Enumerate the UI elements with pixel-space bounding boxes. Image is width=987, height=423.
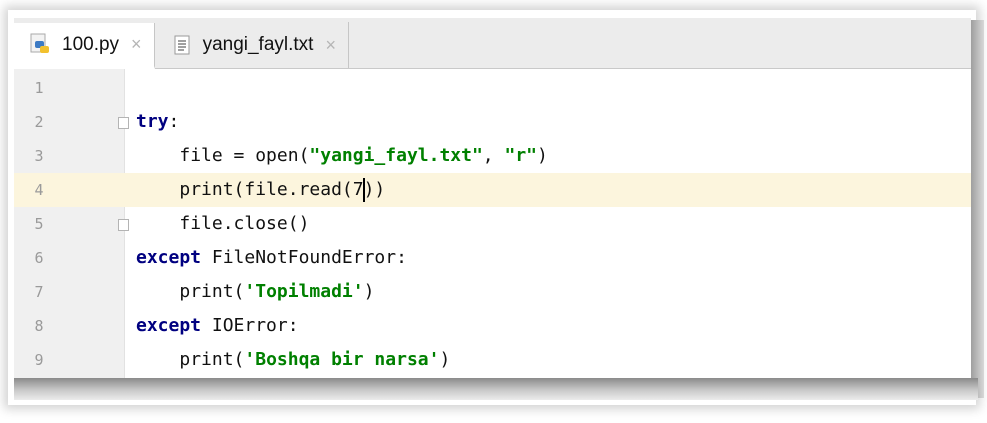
code-token: print( — [179, 281, 245, 302]
code-token: print( — [179, 349, 245, 370]
code-token: print(file.read(7 — [179, 179, 364, 200]
code-token: file.close() — [179, 213, 310, 234]
fold-marker-icon[interactable] — [118, 117, 129, 129]
text-file-icon — [169, 32, 195, 58]
line-number: 3 — [34, 147, 44, 165]
code-text: print(file.read(7)) — [136, 173, 385, 207]
fold-end-marker-icon[interactable] — [118, 219, 129, 231]
code-line-current[interactable]: 4 print(file.read(7)) — [14, 173, 971, 207]
code-text: file = open("yangi_fayl.txt", "r") — [136, 139, 548, 173]
string-literal: 'Boshqa bir narsa' — [244, 349, 440, 370]
code-line[interactable]: 5 file.close() — [14, 207, 971, 241]
code-token: ) — [537, 145, 548, 166]
code-text: except IOError: — [136, 309, 299, 343]
line-number: 5 — [34, 215, 44, 233]
code-text: print('Topilmadi') — [136, 275, 374, 309]
keyword: try — [136, 111, 169, 132]
window-shadow-right — [970, 20, 984, 398]
code-token: IOError: — [201, 315, 299, 336]
code-token: file = open( — [179, 145, 310, 166]
code-text: print('Boshqa bir narsa') — [136, 343, 450, 377]
keyword: except — [136, 247, 202, 268]
code-line[interactable]: 8 except IOError: — [14, 309, 971, 343]
code-token: FileNotFoundError: — [201, 247, 407, 268]
line-number: 1 — [34, 79, 44, 97]
code-token: ) — [363, 281, 375, 302]
editor-tab-bar: 100.py × yangi_fayl.txt × — [14, 18, 971, 69]
code-token: : — [168, 111, 180, 132]
code-token: ) — [439, 349, 451, 370]
code-line[interactable]: 9 print('Boshqa bir narsa') — [14, 343, 971, 377]
line-number: 8 — [34, 317, 44, 335]
line-number: 9 — [34, 351, 44, 369]
code-editor[interactable]: 1 2 try: 3 file = open("yangi_fayl.txt",… — [14, 69, 971, 378]
code-line[interactable]: 3 file = open("yangi_fayl.txt", "r") — [14, 139, 971, 173]
code-line[interactable]: 6 except FileNotFoundError: — [14, 241, 971, 275]
code-text: file.close() — [136, 207, 309, 241]
string-literal: 'Topilmadi' — [244, 281, 364, 302]
code-text: try: — [136, 105, 179, 139]
string-literal: "yangi_fayl.txt" — [309, 145, 483, 166]
code-text: except FileNotFoundError: — [136, 241, 407, 275]
keyword: except — [136, 315, 202, 336]
string-literal: "r" — [504, 145, 537, 166]
line-number: 7 — [34, 283, 44, 301]
line-number: 2 — [34, 113, 44, 131]
close-icon[interactable]: × — [325, 35, 336, 56]
code-line[interactable]: 2 try: — [14, 105, 971, 139]
tab-label: yangi_fayl.txt — [202, 34, 314, 55]
code-token: , — [482, 145, 505, 166]
window-shadow-bottom — [14, 378, 978, 400]
tab-label: 100.py — [62, 33, 120, 55]
line-number: 6 — [34, 249, 44, 267]
tab-100-py[interactable]: 100.py × — [14, 23, 155, 69]
code-line[interactable]: 7 print('Topilmadi') — [14, 275, 971, 309]
line-number: 4 — [14, 173, 64, 207]
tab-yangi-fayl-txt[interactable]: yangi_fayl.txt × — [155, 22, 349, 68]
code-line[interactable]: 1 — [14, 71, 971, 105]
python-file-icon — [28, 32, 54, 58]
close-icon[interactable]: × — [131, 34, 142, 55]
code-token: )) — [363, 179, 386, 200]
